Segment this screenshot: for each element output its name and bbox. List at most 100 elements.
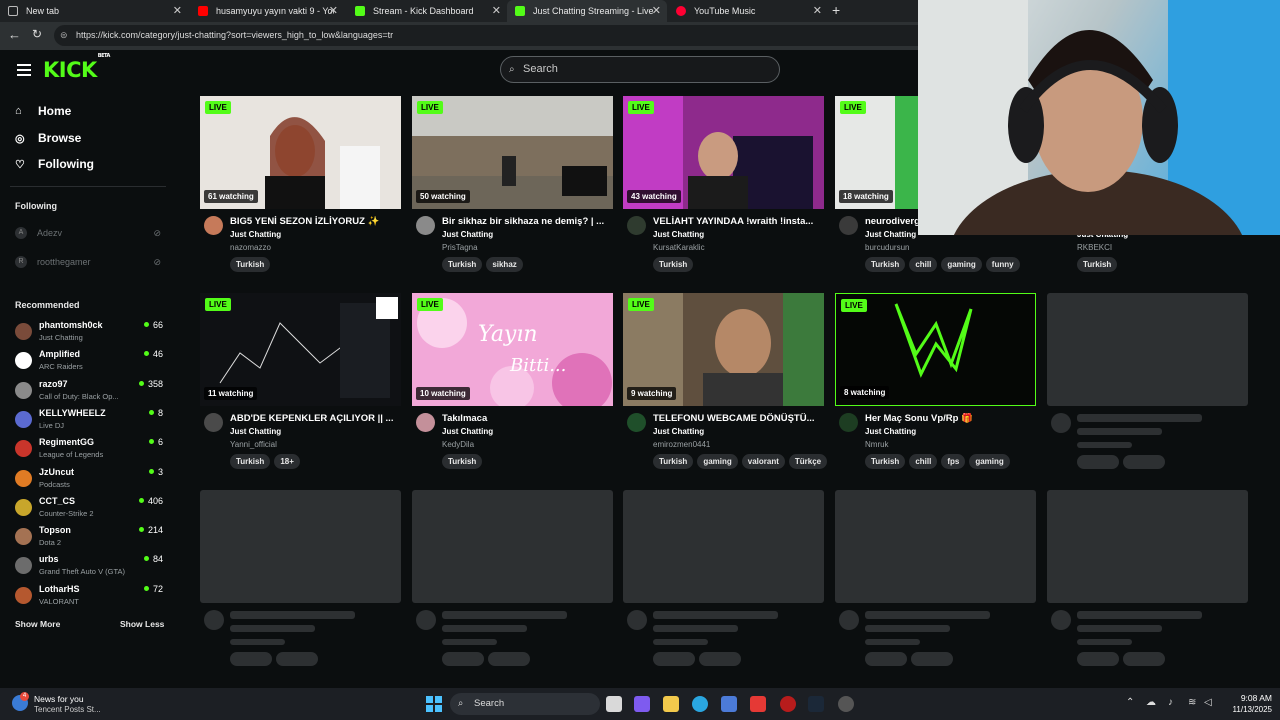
kick-logo[interactable]: KICKBETA [43, 53, 110, 82]
search-input[interactable]: ⌕ Search [500, 56, 780, 83]
stream-title[interactable]: Takılmaca [442, 413, 612, 424]
recommended-item[interactable]: RegimentGG League of Legends 6 [15, 437, 163, 465]
tag[interactable]: Turkish [865, 257, 906, 272]
tab-kick-dashboard[interactable]: Stream - Kick Dashboard ✕ [347, 0, 507, 22]
menu-icon[interactable] [17, 64, 31, 76]
store-icon[interactable] [721, 696, 737, 712]
stream-title[interactable]: Bir sikhaz bir sikhaza ne demiş? | ... [442, 216, 612, 227]
settings-icon[interactable] [838, 696, 854, 712]
recommended-item[interactable]: JzUncut Podcasts 3 [15, 467, 163, 495]
tab-youtube-music[interactable]: YouTube Music ✕ [668, 0, 828, 22]
volume-icon[interactable]: ◁ [1204, 697, 1212, 708]
tag[interactable]: Turkish [653, 257, 694, 272]
back-icon[interactable]: ← [8, 27, 21, 42]
tag[interactable]: fps [941, 454, 966, 469]
close-icon[interactable]: ✕ [652, 4, 661, 17]
recommended-item[interactable]: LotharHS VALORANT 72 [15, 584, 163, 612]
tag[interactable]: Turkish [230, 454, 271, 469]
recommended-item[interactable]: phantomsh0ck Just Chatting 66 [15, 320, 163, 348]
avatar[interactable] [839, 216, 858, 235]
news-title[interactable]: News for you [34, 694, 84, 704]
tab-youtube[interactable]: husamyuyu yayın vakti 9 - YouTube ✕ [190, 0, 344, 22]
taskbar-search[interactable]: ⌕ Search [450, 693, 600, 715]
stream-category[interactable]: Just Chatting [865, 230, 916, 239]
tag[interactable]: funny [985, 257, 1020, 272]
tag[interactable]: Turkish [442, 454, 483, 469]
recommended-item[interactable]: KELLYWHEELZ Live DJ 8 [15, 408, 163, 436]
tag[interactable]: gaming [941, 257, 982, 272]
sidebar-item-following[interactable]: ♡ Following [15, 157, 94, 171]
sidebar-item-browse[interactable]: ◎ Browse [15, 131, 81, 145]
stream-title[interactable]: TELEFONU WEBCAME DÖNÜŞTÜ... [653, 413, 823, 424]
show-more-button[interactable]: Show More [15, 619, 60, 629]
avatar[interactable] [416, 216, 435, 235]
windows-start-icon[interactable] [426, 696, 442, 712]
avatar[interactable] [204, 216, 223, 235]
streamer-name[interactable]: Yanni_official [230, 440, 277, 449]
tag[interactable]: Turkish [230, 257, 271, 272]
steam-icon[interactable] [808, 696, 824, 712]
edge-icon[interactable] [692, 696, 708, 712]
stream-category[interactable]: Just Chatting [653, 427, 704, 436]
avatar[interactable] [627, 216, 646, 235]
stream-thumbnail[interactable]: Yayın Bitti... LIVE 10 watching [412, 293, 613, 406]
close-icon[interactable]: ✕ [492, 4, 501, 17]
copilot-icon[interactable] [634, 696, 650, 712]
youtube-app-icon[interactable] [750, 696, 766, 712]
tag[interactable]: Turkish [865, 454, 906, 469]
tag[interactable]: chill [909, 454, 938, 469]
stream-thumbnail[interactable]: LIVE 8 watching [835, 293, 1036, 406]
wifi-icon[interactable]: ≋ [1188, 697, 1196, 708]
stream-category[interactable]: Just Chatting [230, 427, 281, 436]
reload-icon[interactable]: ↻ [32, 27, 42, 41]
close-icon[interactable]: ✕ [813, 4, 822, 17]
stream-category[interactable]: Just Chatting [442, 427, 493, 436]
streamer-name[interactable]: Nmruk [865, 440, 889, 449]
recommended-item[interactable]: CCT_CS Counter-Strike 2 406 [15, 496, 163, 524]
avatar[interactable] [204, 413, 223, 432]
stream-title[interactable]: BIG5 YENİ SEZON İZLİYORUZ ✨ [230, 216, 400, 227]
avatar[interactable] [839, 413, 858, 432]
chevron-up-icon[interactable]: ⌃ [1126, 697, 1134, 708]
recommended-item[interactable]: Amplified ARC Raiders 46 [15, 349, 163, 377]
streamer-name[interactable]: nazomazzo [230, 243, 271, 252]
cloud-icon[interactable]: ☁ [1146, 697, 1156, 708]
streamer-name[interactable]: KedyDila [442, 440, 474, 449]
stream-thumbnail[interactable]: LIVE 9 watching [623, 293, 824, 406]
tag[interactable]: Turkish [653, 454, 694, 469]
tag[interactable]: 18+ [274, 454, 300, 469]
recommended-item[interactable]: Topson Dota 2 214 [15, 525, 163, 553]
stream-title[interactable]: Her Maç Sonu Vp/Rp 🎁 [865, 413, 1035, 424]
stream-category[interactable]: Just Chatting [230, 230, 281, 239]
avatar[interactable] [416, 413, 435, 432]
recommended-item[interactable]: razo97 Call of Duty: Black Op... 358 [15, 379, 163, 407]
following-item[interactable]: Rrootthegamer ⊘ [15, 254, 165, 270]
streamer-name[interactable]: PrisTagna [442, 243, 478, 252]
site-info-icon[interactable]: ⊜ [60, 25, 68, 46]
stream-title[interactable]: VELİAHT YAYINDAA !wraith !insta... [653, 216, 823, 227]
streamer-name[interactable]: emirozmen0441 [653, 440, 710, 449]
stream-category[interactable]: Just Chatting [865, 427, 916, 436]
recommended-item[interactable]: urbs Grand Theft Auto V (GTA) 84 [15, 554, 163, 582]
streamer-name[interactable]: burcudursun [865, 243, 909, 252]
file-explorer-icon[interactable] [663, 696, 679, 712]
tag[interactable]: sikhaz [486, 257, 523, 272]
close-icon[interactable]: ✕ [173, 4, 182, 17]
tag[interactable]: Turkish [1077, 257, 1118, 272]
tag[interactable]: Turkish [442, 257, 483, 272]
tag[interactable]: valorant [741, 454, 785, 469]
tab-new-tab[interactable]: New tab ✕ [0, 0, 188, 22]
new-tab-button[interactable]: + [832, 2, 840, 18]
mic-icon[interactable]: ♪ [1168, 697, 1173, 708]
stream-category[interactable]: Just Chatting [653, 230, 704, 239]
tag[interactable]: gaming [969, 454, 1010, 469]
stream-title[interactable]: ABD'DE KEPENKLER AÇILIYOR || ... [230, 413, 400, 424]
show-less-button[interactable]: Show Less [120, 619, 164, 629]
stream-category[interactable]: Just Chatting [442, 230, 493, 239]
stream-thumbnail[interactable]: LIVE 50 watching [412, 96, 613, 209]
sidebar-item-home[interactable]: ⌂ Home [15, 104, 71, 118]
tag[interactable]: gaming [697, 454, 738, 469]
tag[interactable]: chill [909, 257, 938, 272]
tag[interactable]: Türkçe [788, 454, 828, 469]
stream-thumbnail[interactable]: LIVE 43 watching [623, 96, 824, 209]
